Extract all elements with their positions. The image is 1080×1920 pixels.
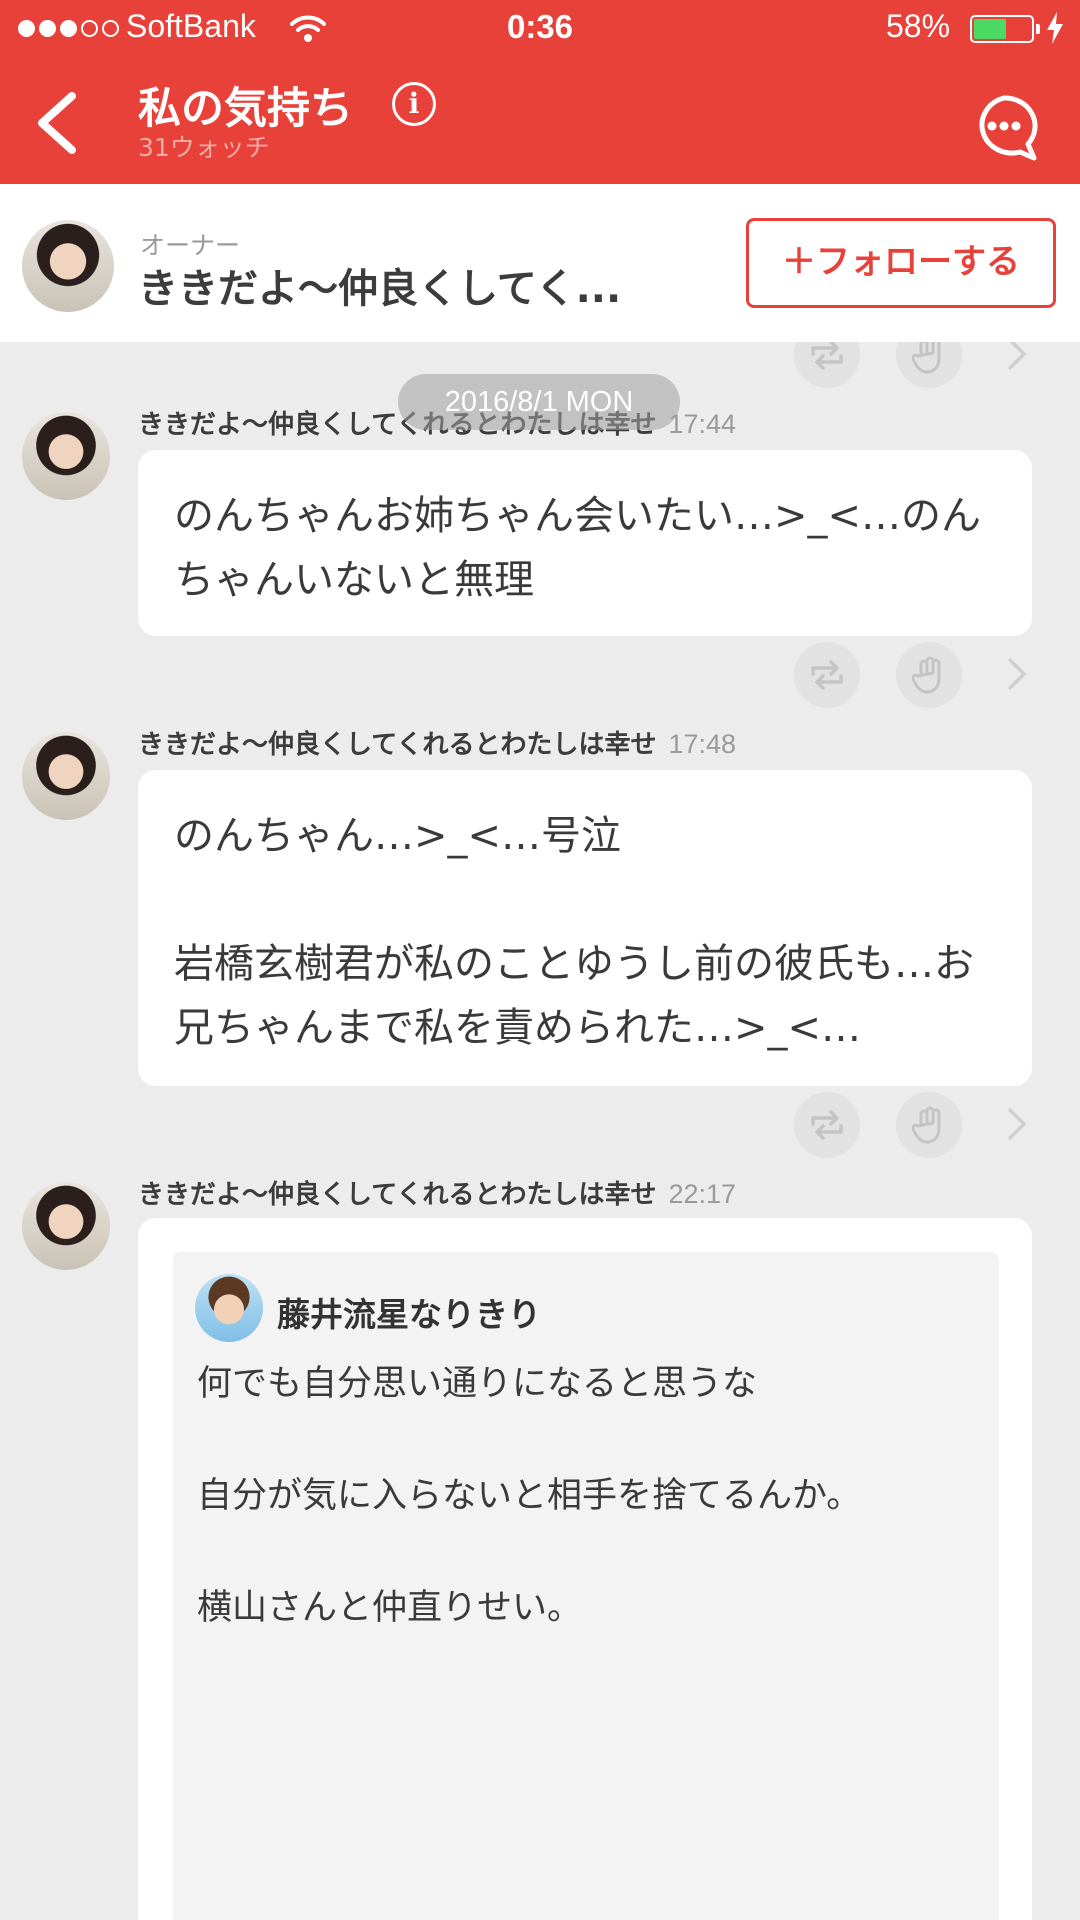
message-time: 17:44 (668, 409, 737, 439)
message-author[interactable]: ききだよ〜仲良くしてくれるとわたしは幸せ (138, 730, 656, 760)
back-chevron-icon[interactable] (28, 88, 88, 158)
message-bubble: のんちゃん…>_<…号泣 岩橋玄樹君が私のことゆうし前の彼氏も…お兄ちゃんまで私… (138, 770, 1032, 1086)
quote-text: 何でも自分思い通りになると思うな 自分が気に入らないと相手を捨てるんか。 横山さ… (197, 1364, 862, 1628)
owner-bar: オーナー ききだよ〜仲良くしてく... ＋フォローする (0, 184, 1080, 342)
message-header: ききだよ〜仲良くしてくれるとわたしは幸せ 17:48 (138, 724, 736, 761)
app-header: SoftBank 0:36 58% 私の気持ち i 31ウォッチ (0, 0, 1080, 184)
repost-icon (811, 1110, 843, 1140)
chevron-right-icon[interactable] (1006, 1106, 1028, 1142)
status-bar: SoftBank 0:36 58% (0, 0, 1080, 60)
owner-avatar[interactable] (22, 220, 114, 312)
quote-author[interactable]: 藤井流星なりきり (277, 1288, 541, 1336)
repost-icon (811, 660, 843, 690)
date-separator: 2016/8/1 MON (398, 374, 680, 430)
info-icon[interactable]: i (392, 82, 436, 126)
hand-button[interactable] (896, 1092, 962, 1158)
message-avatar[interactable] (22, 412, 110, 500)
hand-button[interactable] (896, 642, 962, 708)
message-bubble: のんちゃんお姉ちゃん会いたい…>_<…のんちゃんいないと無理 (138, 450, 1032, 636)
hand-button[interactable] (896, 342, 962, 388)
message-avatar[interactable] (22, 1182, 110, 1270)
repost-button[interactable] (794, 642, 860, 708)
chat-bubble-icon[interactable] (968, 92, 1040, 164)
quote-avatar[interactable] (195, 1274, 263, 1342)
message-header: ききだよ〜仲良くしてくれるとわたしは幸せ 22:17 (138, 1174, 736, 1211)
message-avatar[interactable] (22, 732, 110, 820)
battery-level (974, 19, 1006, 39)
message-author[interactable]: ききだよ〜仲良くしてくれるとわたしは幸せ (138, 1180, 656, 1210)
repost-icon (811, 342, 843, 370)
battery-icon (970, 15, 1034, 43)
hand-icon (912, 342, 941, 374)
follow-button[interactable]: ＋フォローする (746, 218, 1056, 308)
repost-button[interactable] (794, 342, 860, 388)
message-time: 17:48 (668, 729, 737, 759)
watch-count: 31ウォッチ (138, 133, 270, 162)
hand-icon (912, 1106, 941, 1144)
owner-name[interactable]: ききだよ〜仲良くしてく... (138, 256, 621, 314)
chevron-right-icon[interactable] (1006, 342, 1028, 372)
hand-icon (912, 656, 941, 694)
message-feed[interactable]: ききだよ〜仲良くしてくれるとわたしは幸せ 17:44 2016/8/1 MON の… (0, 342, 1080, 1920)
repost-button[interactable] (794, 1092, 860, 1158)
battery-percent: 58% (886, 8, 951, 44)
chevron-right-icon[interactable] (1006, 656, 1028, 692)
quoted-post[interactable]: 藤井流星なりきり 何でも自分思い通りになると思うな 自分が気に入らないと相手を捨… (173, 1252, 999, 1920)
battery-tip (1036, 24, 1040, 34)
page-title: 私の気持ち (138, 84, 353, 134)
message-time: 22:17 (668, 1179, 737, 1209)
charging-bolt-icon (1047, 12, 1063, 44)
